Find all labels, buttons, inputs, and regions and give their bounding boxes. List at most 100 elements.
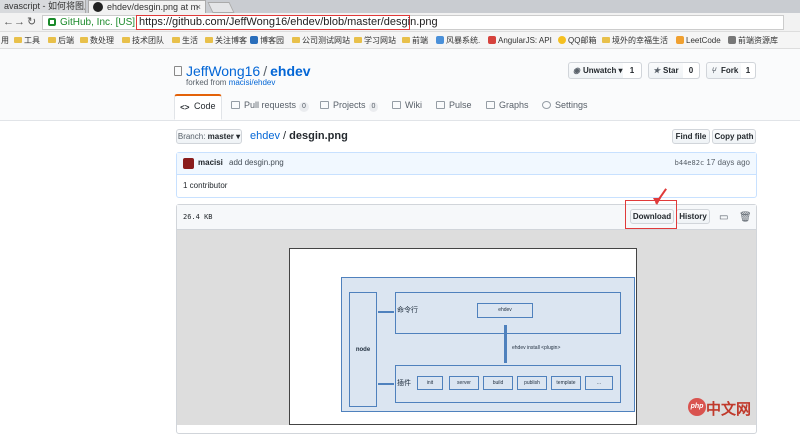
back-arrow-icon[interactable]: ←: [3, 16, 14, 29]
star-count[interactable]: 0: [683, 63, 699, 78]
folder-icon: [48, 37, 56, 43]
bookmark-item[interactable]: 学习网站: [354, 35, 396, 46]
browser-tab-title: avascript - 如何将图片: [4, 1, 86, 11]
trash-icon[interactable]: 🗑: [739, 212, 752, 224]
fork-count[interactable]: 1: [741, 63, 755, 78]
folder-icon: [292, 37, 300, 43]
bookmark-item[interactable]: 风暴系统.: [436, 35, 480, 46]
close-tab-icon[interactable]: ×: [196, 1, 201, 13]
title-separator: /: [263, 63, 268, 79]
browser-tab-active[interactable]: ehdev/desgin.png at m ×: [88, 0, 206, 13]
watch-count[interactable]: 1: [623, 63, 641, 78]
bookmark-item[interactable]: 后端: [48, 35, 74, 46]
bookmark-item[interactable]: 生活: [172, 35, 198, 46]
pulls-count-badge: 0: [299, 102, 309, 112]
bookmark-item[interactable]: 前端资源库: [728, 35, 778, 46]
diagram-plugin-item: init: [417, 376, 443, 390]
tab-wiki[interactable]: Wiki: [392, 95, 422, 121]
reload-icon[interactable]: ↻: [27, 16, 36, 29]
fork-button[interactable]: ⑂ Fork 1: [706, 62, 756, 79]
bookmark-item[interactable]: 工具: [14, 35, 40, 46]
diagram-core-box: ehdev: [477, 303, 533, 318]
unwatch-button[interactable]: ◉ Unwatch ▾ 1: [568, 62, 642, 79]
bookmark-item[interactable]: LeetCode: [676, 35, 721, 46]
projects-count-badge: 0: [368, 102, 379, 112]
tab-graphs[interactable]: Graphs: [486, 95, 529, 121]
find-file-button[interactable]: Find file: [672, 129, 710, 144]
fork-label: ⑂ Fork: [707, 63, 744, 78]
commit-author-link[interactable]: macisi: [198, 158, 223, 167]
contributors-link[interactable]: 1 contributor: [183, 181, 227, 190]
diagram-plugin-item: server: [449, 376, 479, 390]
bookmark-item[interactable]: 用: [0, 35, 9, 46]
branch-select[interactable]: Branch: master ▾: [176, 129, 242, 144]
repo-name-link[interactable]: ehdev: [270, 63, 310, 79]
commit-message-link[interactable]: add desgin.png: [229, 158, 284, 167]
commit-header: macisi add desgin.png b44e82c 17 days ag…: [177, 153, 756, 175]
folder-icon: [172, 37, 180, 43]
copy-path-button[interactable]: Copy path: [712, 129, 756, 144]
forward-arrow-icon[interactable]: →: [14, 16, 25, 29]
diagram-install-label: ehdev install <plugin>: [512, 345, 561, 351]
breadcrumb-file: desgin.png: [289, 130, 348, 142]
document-icon: [728, 36, 736, 44]
bookmark-item[interactable]: 前端: [402, 35, 428, 46]
pull-request-icon: [231, 101, 240, 109]
url-text[interactable]: https://github.com/JeffWong16/ehdev/blob…: [139, 16, 438, 29]
bookmark-item[interactable]: 公司测试网站: [292, 35, 350, 46]
diagram-double-arrow-icon: [378, 383, 394, 385]
forked-prefix: forked from: [186, 78, 229, 87]
bookmark-item[interactable]: QQ邮箱: [558, 35, 596, 46]
download-highlight-box: [625, 200, 677, 229]
annotation-arrowhead-icon: [653, 198, 661, 205]
site-favicon-icon: [436, 36, 444, 44]
address-bar-row: ← → ↻ GitHub, Inc. [US] https://github.c…: [0, 13, 800, 32]
desktop-icon[interactable]: ▭: [719, 212, 728, 224]
diagram-plugins-label: 插件: [397, 380, 411, 387]
eye-icon: ◉: [573, 66, 580, 75]
browser-tab[interactable]: avascript - 如何将图片: [0, 0, 86, 13]
star-icon: ★: [653, 66, 661, 75]
diagram-double-arrow-icon: [378, 311, 394, 313]
folder-icon: [80, 37, 88, 43]
folder-icon: [122, 37, 130, 43]
angular-icon: [488, 36, 496, 44]
diagram-cli-label: 命令行: [397, 307, 418, 314]
fork-icon: ⑂: [711, 66, 716, 75]
browser-tab-strip: avascript - 如何将图片 ehdev/desgin.png at m …: [0, 0, 800, 13]
breadcrumb-repo-link[interactable]: ehdev: [250, 130, 280, 142]
tab-code[interactable]: Code: [174, 94, 222, 120]
diagram-plugin-item: build: [483, 376, 513, 390]
breadcrumb: ehdev / desgin.png: [250, 130, 348, 142]
commit-sha-link[interactable]: b44e82c: [675, 159, 705, 167]
bookmark-item[interactable]: 数处理: [80, 35, 114, 46]
code-icon: [180, 98, 191, 118]
pulse-icon: [436, 101, 445, 109]
folder-icon: [402, 37, 410, 43]
folder-icon: [14, 37, 22, 43]
tab-projects[interactable]: Projects 0: [320, 95, 379, 121]
bookmarks-bar: 用 工具 后端 数处理 技术团队 生活 关注博客 博客园 公司测试网站 学习网站…: [0, 32, 800, 49]
repo-owner-link[interactable]: JeffWong16: [186, 63, 260, 79]
bookmark-item[interactable]: 境外的幸福生活: [602, 35, 668, 46]
bookmark-item[interactable]: 关注博客: [205, 35, 247, 46]
tab-pulse[interactable]: Pulse: [436, 95, 472, 121]
star-label: ★ Star: [649, 63, 684, 78]
bookmark-item[interactable]: 博客园: [250, 35, 284, 46]
bookmark-item[interactable]: AngularJS: API: [488, 35, 552, 46]
security-label[interactable]: GitHub, Inc. [US]: [60, 16, 135, 29]
star-button[interactable]: ★ Star 0: [648, 62, 700, 79]
commit-time: 17 days ago: [706, 158, 750, 167]
tab-pull-requests[interactable]: Pull requests 0: [231, 95, 309, 121]
bookmark-item[interactable]: 技术团队: [122, 35, 164, 46]
folder-icon: [205, 37, 213, 43]
github-favicon-icon: [93, 2, 103, 12]
php-logo-icon: php: [688, 398, 706, 416]
leetcode-icon: [676, 36, 684, 44]
forked-from: forked from macisi/ehdev: [186, 78, 275, 87]
forked-from-link[interactable]: macisi/ehdev: [229, 78, 276, 87]
avatar[interactable]: [183, 158, 194, 169]
new-tab-button[interactable]: [207, 2, 235, 13]
tab-settings[interactable]: Settings: [542, 95, 588, 121]
history-button[interactable]: History: [676, 209, 710, 224]
